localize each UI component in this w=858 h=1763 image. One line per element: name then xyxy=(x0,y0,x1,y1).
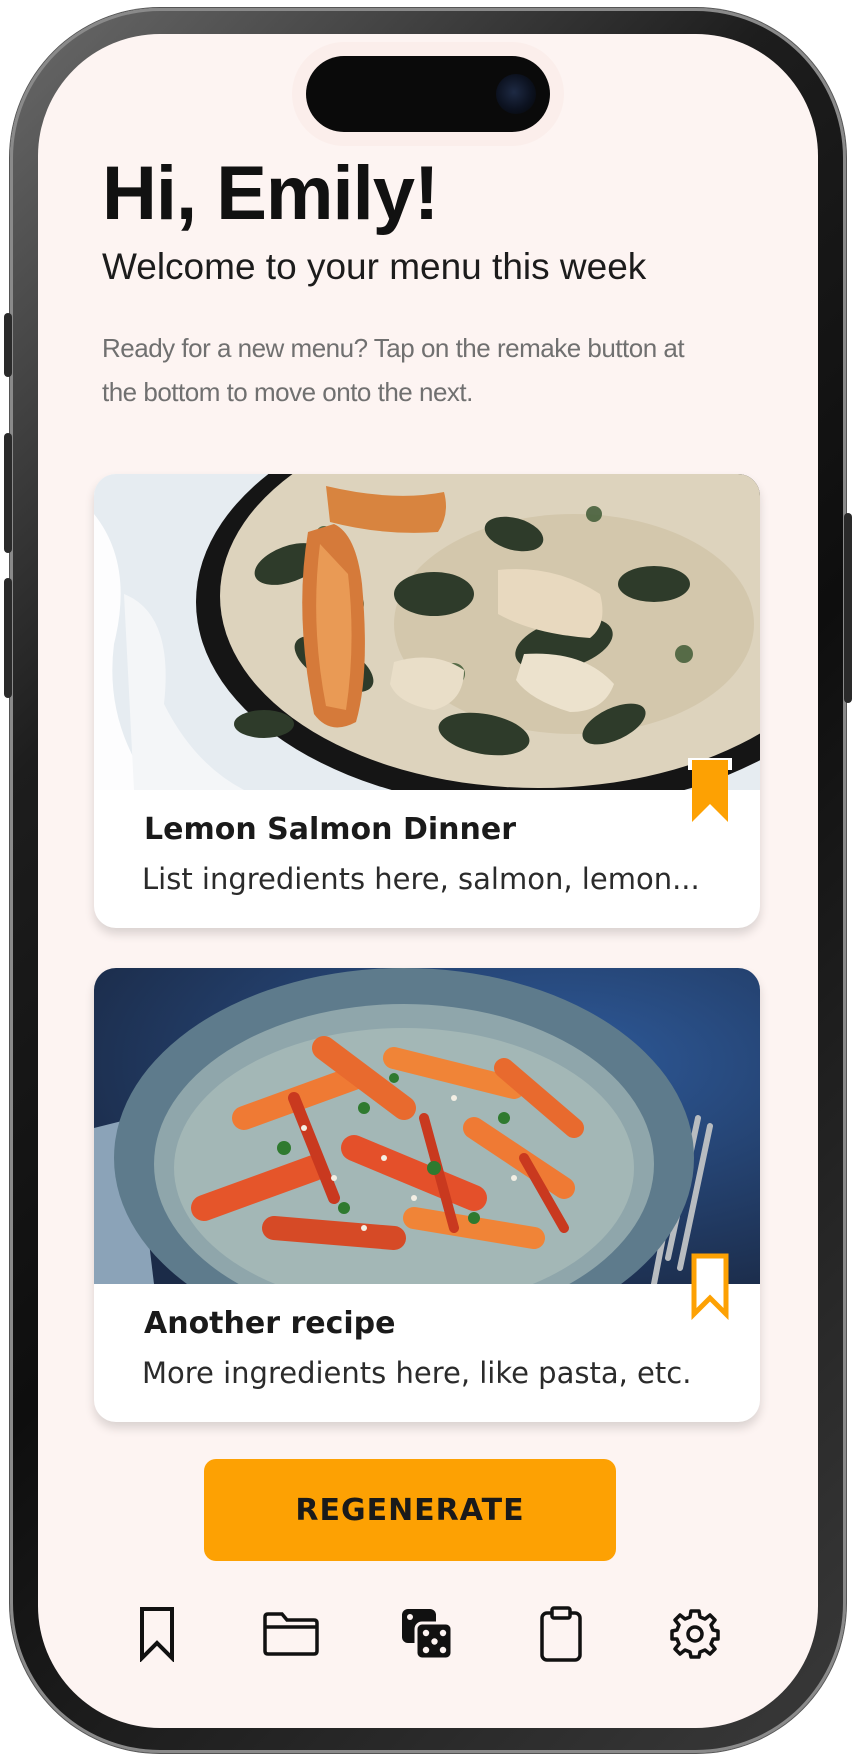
tab-random-menu[interactable] xyxy=(392,1599,462,1669)
tab-settings[interactable] xyxy=(660,1599,730,1669)
front-camera-icon xyxy=(496,74,536,114)
dynamic-island xyxy=(306,56,550,132)
app-screen: Hi, Emily! Welcome to your menu this wee… xyxy=(38,34,818,1728)
folder-icon xyxy=(263,1612,319,1656)
bookmark-outline-icon[interactable] xyxy=(688,1252,732,1320)
tab-folders[interactable] xyxy=(256,1599,326,1669)
clipboard-icon xyxy=(540,1606,582,1662)
welcome-subtitle: Welcome to your menu this week xyxy=(102,246,647,287)
dice-icon xyxy=(402,1609,454,1661)
penne-bowl-photo xyxy=(94,968,760,1284)
salmon-skillet-photo xyxy=(94,474,760,790)
bookmark-filled-icon[interactable] xyxy=(688,758,732,826)
bookmark-icon xyxy=(140,1607,174,1662)
volume-up-button xyxy=(4,433,12,553)
bottom-tab-bar xyxy=(38,1599,818,1669)
action-button xyxy=(4,313,12,377)
power-button xyxy=(844,513,852,703)
volume-down-button xyxy=(4,578,12,698)
greeting-heading: Hi, Emily! xyxy=(102,151,439,236)
regenerate-button[interactable]: REGENERATE xyxy=(204,1459,616,1561)
recipe-card[interactable]: Lemon Salmon Dinner List ingredients her… xyxy=(94,474,760,928)
recipe-description: List ingredients here, salmon, lemon... xyxy=(142,862,700,896)
regenerate-hint: Ready for a new menu? Tap on the remake … xyxy=(102,333,685,407)
tab-saved[interactable] xyxy=(122,1599,192,1669)
recipe-title: Another recipe xyxy=(144,1306,396,1341)
recipe-card[interactable]: Another recipe More ingredients here, li… xyxy=(94,968,760,1422)
recipe-title: Lemon Salmon Dinner xyxy=(144,812,516,847)
tab-shopping-list[interactable] xyxy=(526,1599,596,1669)
gear-icon xyxy=(670,1609,720,1659)
recipe-description: More ingredients here, like pasta, etc. xyxy=(142,1356,692,1390)
